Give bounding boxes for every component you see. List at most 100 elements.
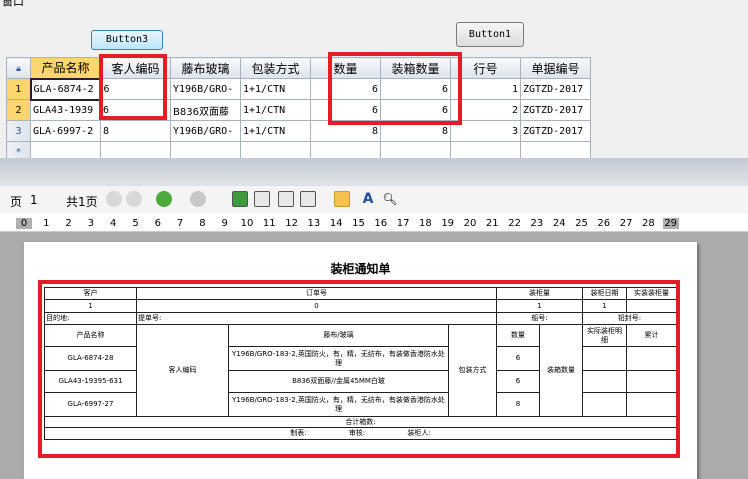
- ruler-tick: 19: [441, 218, 455, 229]
- item-total: [626, 346, 677, 371]
- box-date-label: 装柜日期: [582, 287, 627, 300]
- actual-label: 实装装柜量: [626, 287, 677, 300]
- cell-material[interactable]: B836双面藤: [170, 99, 241, 121]
- cell-material[interactable]: Y196B/GRO-: [170, 78, 241, 100]
- maker-label: 制表:: [290, 429, 307, 437]
- cell-doc-no[interactable]: ZGTZD-2017: [520, 99, 591, 121]
- page-input[interactable]: 1: [30, 193, 38, 207]
- cell-qty[interactable]: 6: [310, 78, 381, 100]
- two-page-icon[interactable]: [254, 191, 270, 207]
- ruler-tick: 11: [262, 218, 276, 229]
- cell-doc-no[interactable]: ZGTZD-2017: [520, 78, 591, 100]
- col-total: 累计: [626, 324, 677, 347]
- order-label: 订单号: [136, 287, 497, 300]
- ruler-tick: 27: [619, 218, 633, 229]
- ruler-tick: 6: [154, 218, 161, 229]
- text-icon[interactable]: A: [360, 191, 376, 207]
- cell-line-no[interactable]: 2: [450, 99, 521, 121]
- cell-customer-code[interactable]: 6: [100, 78, 171, 100]
- splitter-bar[interactable]: [0, 158, 748, 186]
- ruler-tick: 20: [463, 218, 477, 229]
- cell-line-no[interactable]: 1: [450, 78, 521, 100]
- row-number[interactable]: 1: [6, 78, 31, 100]
- column-header-box-qty[interactable]: 装箱数量: [380, 57, 451, 79]
- forward-icon[interactable]: [190, 191, 206, 207]
- column-header-material[interactable]: 藤布玻璃: [170, 57, 241, 79]
- button1[interactable]: Button1: [456, 22, 524, 47]
- document-title: 装柜通知单: [330, 262, 391, 276]
- ruler-tick: 12: [285, 218, 298, 229]
- signature-row: 制表: 审核: 装柜人:: [44, 427, 677, 440]
- cell-doc-no[interactable]: ZGTZD-2017: [520, 120, 591, 142]
- single-page-icon[interactable]: [232, 191, 248, 207]
- column-header-product[interactable]: 产品名称: [30, 57, 101, 79]
- row-number[interactable]: 2: [6, 99, 31, 121]
- item-qty: 6: [496, 370, 540, 393]
- shipping-label: 提单号:: [136, 312, 497, 325]
- column-header-qty[interactable]: 数量: [310, 57, 381, 79]
- col-actual-box: 实际装柜明细: [582, 324, 627, 347]
- column-header-line-no[interactable]: 行号: [450, 57, 521, 79]
- item-qty: 8: [496, 392, 540, 417]
- cell-product[interactable]: GLA43-1939: [30, 99, 101, 121]
- col-qty: 数量: [496, 324, 540, 347]
- print-preview-area[interactable]: 装柜通知单 客户 订单号 装柜量 装柜日期 实装装柜量 1 0 1 1 目的地:…: [0, 232, 748, 479]
- box-count-value: 1: [496, 299, 583, 313]
- back-icon[interactable]: [156, 191, 172, 207]
- cell-product[interactable]: GLA-6997-2: [30, 120, 101, 142]
- hand-icon[interactable]: [334, 191, 350, 207]
- cell-pack[interactable]: 1+1/CTN: [240, 120, 311, 142]
- cell-box-qty[interactable]: 8: [380, 120, 451, 142]
- find-icon[interactable]: 🔍︎: [382, 191, 398, 207]
- first-page-icon[interactable]: [106, 191, 122, 207]
- customer-label: 客户: [44, 287, 137, 300]
- item-actual: [582, 346, 627, 371]
- column-header-pack[interactable]: 包装方式: [240, 57, 311, 79]
- cell-pack[interactable]: 1+1/CTN: [240, 78, 311, 100]
- column-header-customer-code[interactable]: 客人编码: [100, 57, 171, 79]
- item-material: Y196B/GRO-183-2,英国防火，有，精，无纺布，有装做香港防水处理: [228, 346, 449, 371]
- column-header-doc-no[interactable]: 单据编号: [520, 57, 591, 79]
- ruler-tick: 24: [552, 218, 566, 229]
- cell-pack[interactable]: 1+1/CTN: [240, 99, 311, 121]
- cell-qty[interactable]: 8: [310, 120, 381, 142]
- ruler-tick: 26: [597, 218, 611, 229]
- table-row[interactable]: 1 GLA-6874-2 6 Y196B/GRO- 1+1/CTN 6 6 1 …: [6, 77, 591, 101]
- cell-box-qty[interactable]: 6: [380, 78, 451, 100]
- total-boxes-label: 合计箱数:: [44, 416, 677, 428]
- grid-corner-lock-icon[interactable]: 🔒︎: [6, 57, 31, 79]
- seal-label: 铅封号:: [582, 312, 677, 325]
- cell-qty[interactable]: 6: [310, 99, 381, 121]
- table-row[interactable]: 2 GLA43-1939 6 B836双面藤 1+1/CTN 6 6 2 ZGT…: [6, 99, 591, 121]
- item-qty: 6: [496, 346, 540, 371]
- cell-box-qty[interactable]: 6: [380, 99, 451, 121]
- col-customer-code: 客人编码: [136, 324, 229, 417]
- ruler-tick: 29: [662, 218, 679, 229]
- ruler-tick: 16: [374, 218, 388, 229]
- auditor-label: 审核:: [348, 429, 366, 437]
- col-product: 产品名称: [44, 324, 137, 347]
- data-grid[interactable]: 🔒︎ 产品名称 客人编码 藤布玻璃 包装方式 数量 装箱数量 行号 单据编号 1…: [6, 57, 591, 163]
- prev-page-icon[interactable]: [126, 191, 142, 207]
- row-number[interactable]: 3: [6, 120, 31, 142]
- order-value: 0: [136, 299, 497, 313]
- multi-page-icon[interactable]: [300, 191, 316, 207]
- cell-product[interactable]: GLA-6874-2: [29, 77, 102, 101]
- cell-line-no[interactable]: 3: [450, 120, 521, 142]
- total-pages: 共1页: [66, 195, 98, 209]
- ruler-tick: 23: [530, 218, 544, 229]
- cell-customer-code[interactable]: 6: [100, 99, 171, 121]
- cell-material[interactable]: Y196B/GRO-: [170, 120, 241, 142]
- ruler-tick: 18: [419, 218, 432, 229]
- ruler-tick: 4: [110, 218, 117, 229]
- ruler-tick: 15: [352, 218, 365, 229]
- col-material: 藤布/玻璃: [228, 324, 449, 347]
- cell-customer-code[interactable]: 8: [100, 120, 171, 142]
- table-row[interactable]: 3 GLA-6997-2 8 Y196B/GRO- 1+1/CTN 8 8 3 …: [6, 120, 591, 142]
- customer-value: 1: [44, 299, 137, 313]
- button3[interactable]: Button3: [91, 30, 163, 50]
- ruler-tick: 0: [16, 218, 32, 229]
- book-icon[interactable]: [278, 191, 294, 207]
- ruler-tick: 5: [132, 218, 139, 229]
- col-box-qty: 装箱数量: [539, 324, 583, 417]
